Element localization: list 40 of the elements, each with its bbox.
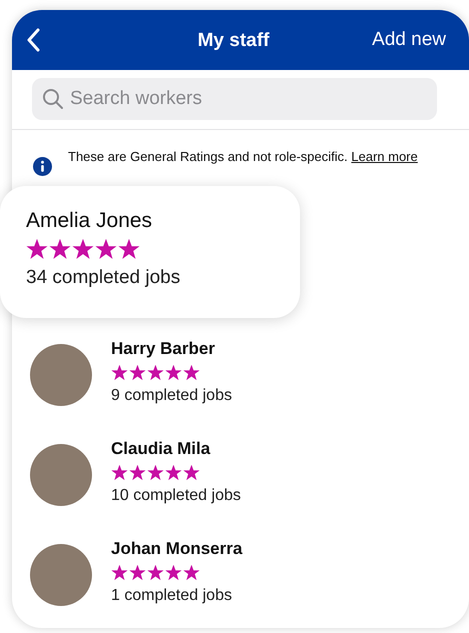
info-text: These are General Ratings and not role-specific. Learn more: [68, 148, 418, 166]
worker-row[interactable]: Johan Monserra 1 completed jobs: [12, 528, 469, 628]
star-icon: [118, 238, 140, 260]
info-icon: [33, 156, 52, 176]
worker-name: Claudia Mila: [111, 438, 212, 460]
star-icon: [129, 564, 146, 581]
worker-row[interactable]: Harry Barber 9 completed jobs: [12, 328, 469, 428]
worker-card[interactable]: Amelia Jones 34 completed jobs: [0, 186, 300, 318]
learn-more-link[interactable]: Learn more: [351, 148, 418, 164]
completed-jobs: 1 completed jobs: [111, 586, 233, 606]
star-icon: [183, 564, 200, 581]
worker-name: Johan Monserra: [111, 538, 242, 560]
star-icon: [147, 464, 164, 481]
worker-row[interactable]: Claudia Mila 10 completed jobs: [12, 428, 469, 528]
star-icon: [26, 238, 48, 260]
star-icon: [183, 364, 200, 381]
star-icon: [129, 364, 146, 381]
star-icon: [111, 364, 128, 381]
star-icon: [147, 564, 164, 581]
star-icon: [95, 238, 117, 260]
back-icon: [26, 28, 40, 52]
star-icon: [183, 464, 200, 481]
star-icon: [49, 238, 71, 260]
star-icon: [72, 238, 94, 260]
search-field[interactable]: Search workers: [32, 78, 437, 120]
star-icon: [129, 464, 146, 481]
worker-name: Amelia Jones: [26, 208, 154, 234]
screen-title: My staff: [198, 30, 270, 51]
star-icon: [165, 564, 182, 581]
star-icon: [165, 364, 182, 381]
completed-jobs: 9 completed jobs: [111, 386, 232, 406]
star-icon: [111, 564, 128, 581]
completed-jobs: 34 completed jobs: [26, 266, 182, 290]
star-icon: [165, 464, 182, 481]
add-new-button[interactable]: Add new: [372, 26, 446, 54]
completed-jobs: 10 completed jobs: [111, 486, 241, 506]
search-icon: [42, 88, 64, 110]
worker-name: Harry Barber: [111, 338, 216, 360]
star-icon: [111, 464, 128, 481]
star-icon: [147, 364, 164, 381]
